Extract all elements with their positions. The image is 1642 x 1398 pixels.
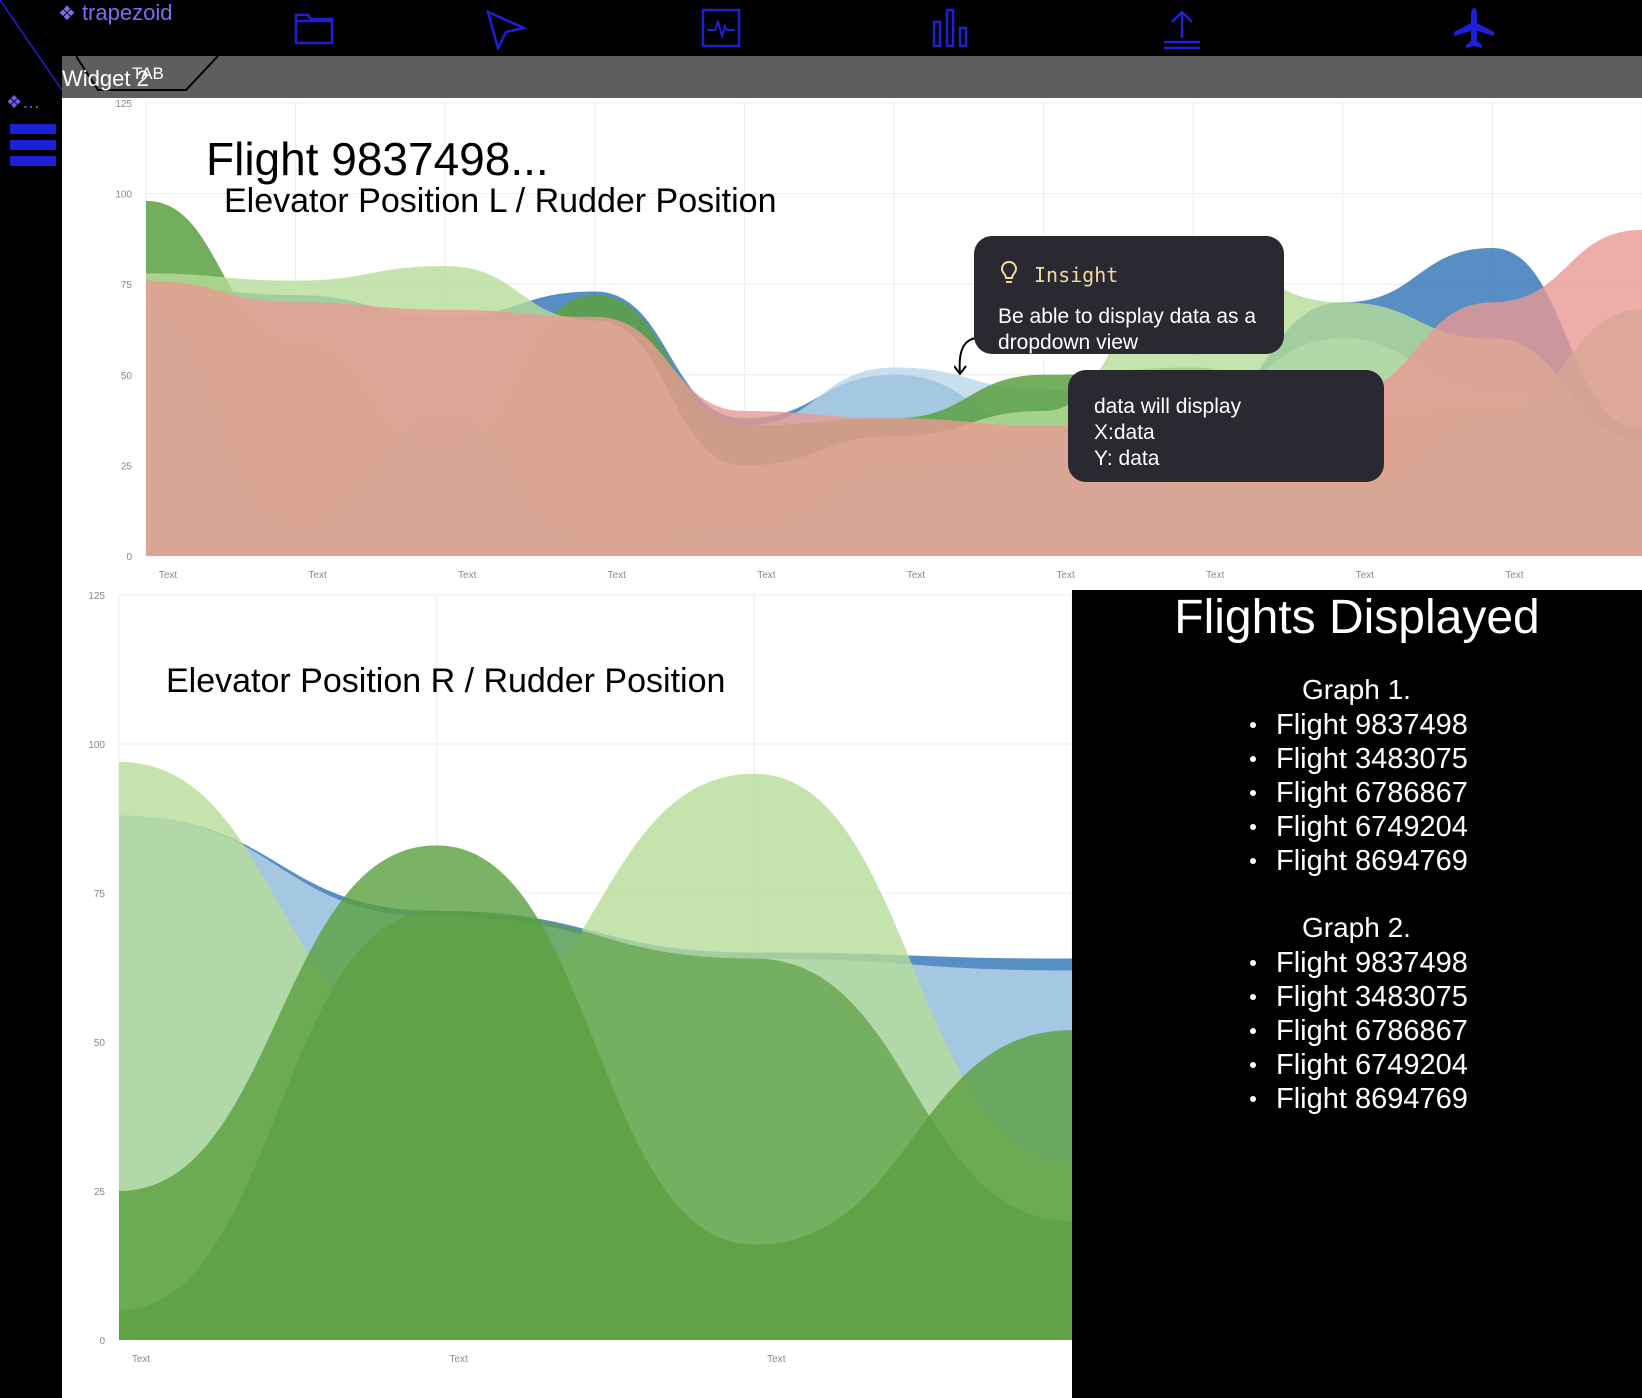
list-item[interactable]: Flight 3483075 [1250, 742, 1468, 776]
x-tick-label: Text [1206, 570, 1225, 581]
bullet-icon [1250, 824, 1256, 830]
list-item[interactable]: Flight 9837498 [1250, 708, 1468, 742]
x-tick-label: Text [308, 570, 327, 581]
logo-diamond-icon: ❖ [58, 2, 76, 25]
bar-chart-icon[interactable] [924, 2, 976, 54]
chart-panel-2: 0255075100125TextTextTextText Elevator P… [62, 590, 1072, 1398]
bullet-icon [1250, 960, 1256, 966]
bullet-icon [1250, 1096, 1256, 1102]
list-item[interactable]: Flight 8694769 [1250, 844, 1468, 878]
chart-2-plot[interactable]: 0255075100125TextTextTextText [62, 590, 1072, 1398]
x-tick-label: Text [907, 570, 926, 581]
y-tick-label: 50 [121, 371, 133, 382]
sidebar-diamond-icon: ❖ [6, 92, 23, 112]
bullet-icon [1250, 790, 1256, 796]
sidebar-logo-text: … [22, 92, 41, 112]
activity-icon[interactable] [695, 2, 747, 54]
menu-icon[interactable] [10, 124, 56, 168]
list-item[interactable]: Flight 6786867 [1250, 1014, 1468, 1048]
insight-heading: Insight [1034, 263, 1119, 287]
y-tick-label: 100 [88, 740, 105, 751]
insight-body: Be able to display data as a dropdown vi… [998, 305, 1257, 354]
y-tick-label: 50 [94, 1038, 106, 1049]
insight-tooltip: Insight Be able to display data as a dro… [974, 236, 1284, 354]
list-item[interactable]: Flight 9837498 [1250, 946, 1468, 980]
y-tick-label: 0 [99, 1336, 105, 1347]
graph-1-flight-list: Flight 9837498 Flight 3483075 Flight 678… [1250, 708, 1468, 878]
flights-panel-title: Flights Displayed [1174, 591, 1540, 644]
bullet-icon [1250, 1062, 1256, 1068]
top-toolbar: ❖ trapezoid [0, 0, 1642, 90]
graph-2-flight-list: Flight 9837498 Flight 3483075 Flight 678… [1250, 946, 1468, 1116]
data-tooltip-body: data will display X:data Y: data [1094, 395, 1242, 470]
y-tick-label: 25 [121, 461, 133, 472]
list-item[interactable]: Flight 6786867 [1250, 776, 1468, 810]
tab-strip [62, 56, 1642, 98]
bullet-icon [1250, 1028, 1256, 1034]
data-tooltip: data will display X:data Y: data [1068, 370, 1384, 482]
bullet-icon [1250, 756, 1256, 762]
graph-1-title: Graph 1. [1302, 674, 1411, 705]
x-tick-label: Text [132, 1354, 151, 1365]
bullet-icon [1250, 994, 1256, 1000]
list-item[interactable]: Flight 6749204 [1250, 810, 1468, 844]
upload-icon[interactable] [1156, 2, 1208, 54]
y-tick-label: 0 [126, 552, 132, 563]
tab-label[interactable]: TAB [132, 64, 164, 84]
bullet-icon [1250, 858, 1256, 864]
chart-1-title: Flight 9837498... [206, 133, 549, 185]
x-tick-label: Text [159, 570, 178, 581]
sidebar [0, 90, 62, 1398]
x-tick-label: Text [449, 1354, 468, 1365]
chart-panel-1: 0 25 50 75 100 125 Text Text Text Text Text Text Tex… [62, 98, 1642, 590]
x-tick-label: Text [757, 570, 776, 581]
y-tick-label: 100 [115, 190, 132, 201]
chart-1-subtitle: Elevator Position L / Rudder Position [224, 182, 777, 220]
y-tick-label: 25 [94, 1187, 106, 1198]
y-tick-label: 75 [121, 280, 133, 291]
x-tick-label: Text [1356, 570, 1375, 581]
list-item[interactable]: Flight 6749204 [1250, 1048, 1468, 1082]
app-logo[interactable]: ❖ trapezoid [58, 0, 172, 26]
x-tick-label: Text [458, 570, 477, 581]
y-tick-label: 125 [115, 99, 132, 110]
bullet-icon [1250, 722, 1256, 728]
flights-displayed-panel: Flights Displayed Graph 1. Flight 983749… [1072, 590, 1642, 1398]
graph-2-title: Graph 2. [1302, 912, 1411, 943]
cursor-icon[interactable] [480, 2, 532, 54]
x-tick-label: Text [767, 1354, 786, 1365]
lightbulb-icon [1000, 260, 1018, 283]
y-tick-label: 125 [88, 591, 105, 602]
airplane-icon[interactable] [1448, 2, 1500, 54]
list-item[interactable]: Flight 3483075 [1250, 980, 1468, 1014]
folder-icon[interactable] [288, 2, 340, 54]
y-tick-label: 75 [94, 889, 106, 900]
sidebar-logo[interactable]: ❖… [6, 92, 40, 113]
chart-2-subtitle: Elevator Position R / Rudder Position [166, 662, 726, 700]
x-tick-label: Text [1056, 570, 1075, 581]
list-item[interactable]: Flight 8694769 [1250, 1082, 1468, 1116]
x-tick-label: Text [608, 570, 627, 581]
logo-text: trapezoid [81, 0, 173, 25]
x-tick-label: Text [1505, 570, 1524, 581]
